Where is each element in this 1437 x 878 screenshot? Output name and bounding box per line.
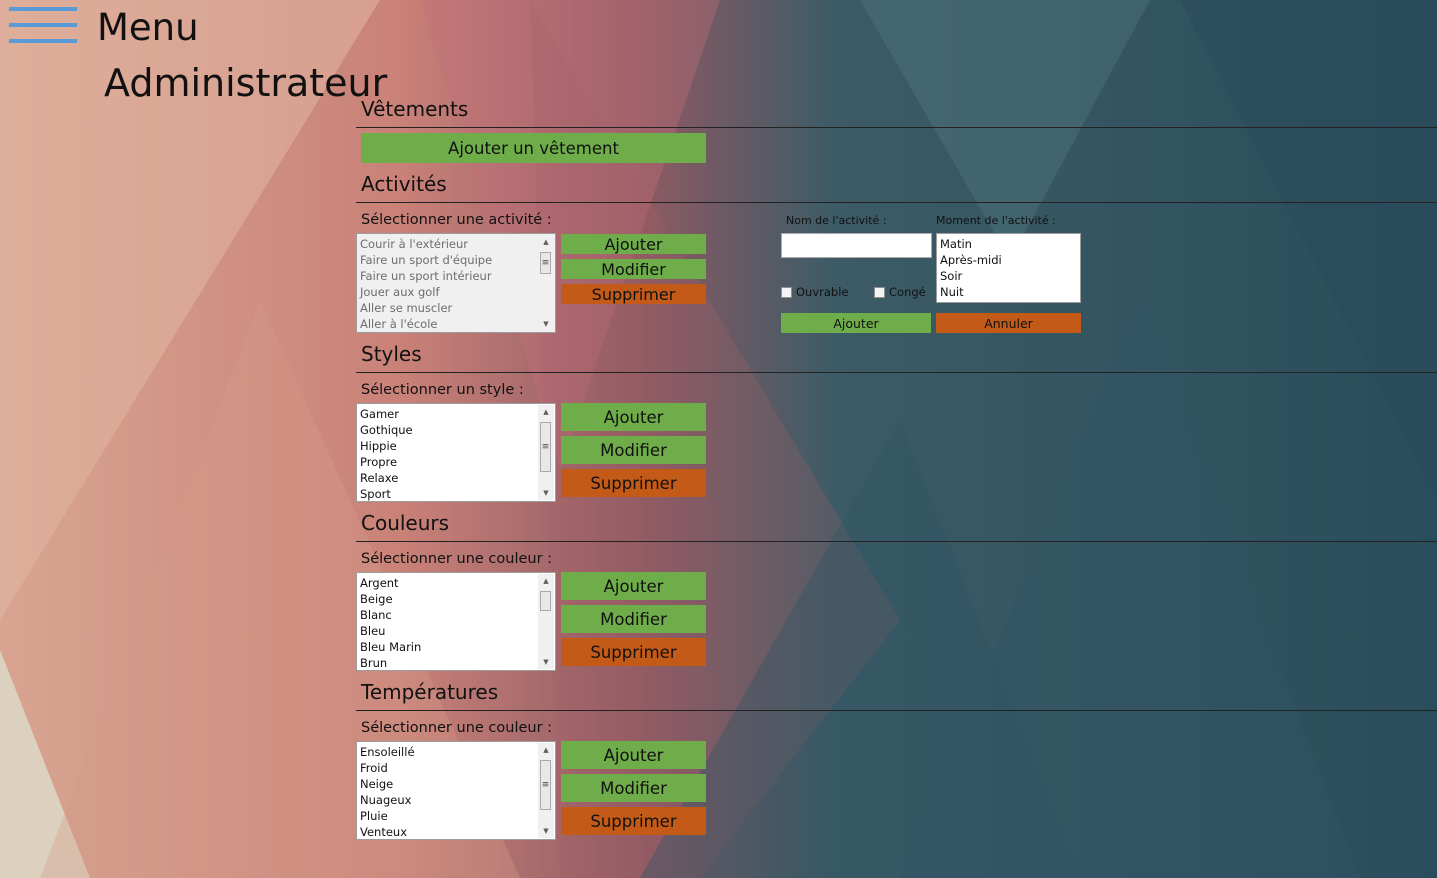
chevron-up-icon[interactable]: ▲ xyxy=(538,235,554,249)
chevron-down-icon[interactable]: ▼ xyxy=(538,655,554,669)
list-item[interactable]: Propre xyxy=(359,454,537,470)
add-activity-button[interactable]: Ajouter xyxy=(561,234,706,254)
grip-icon[interactable]: ≡ xyxy=(540,252,551,274)
grip-icon[interactable] xyxy=(540,591,551,611)
list-item[interactable]: Venteux xyxy=(359,824,537,839)
section-title-couleurs: Couleurs xyxy=(361,511,450,535)
list-item[interactable]: Argent xyxy=(359,575,537,591)
style-listbox[interactable]: Gamer Gothique Hippie Propre Relaxe Spor… xyxy=(356,403,556,502)
section-title-styles: Styles xyxy=(361,342,422,366)
section-divider xyxy=(356,372,1437,373)
section-title-temperatures: Températures xyxy=(361,680,499,704)
scrollbar[interactable]: ▲ ≡ ▼ xyxy=(538,743,554,838)
activity-moment-label: Moment de l'activité : xyxy=(936,214,1056,227)
list-item[interactable]: Nuageux xyxy=(359,792,537,808)
grip-icon[interactable]: ≡ xyxy=(540,760,551,810)
delete-color-button[interactable]: Supprimer xyxy=(561,638,706,666)
page-title: Administrateur xyxy=(104,61,388,105)
chevron-down-icon[interactable]: ▼ xyxy=(538,486,554,500)
conge-label: Congé xyxy=(889,285,926,299)
section-title-activites: Activités xyxy=(361,172,447,196)
section-title-vetements: Vêtements xyxy=(361,97,469,121)
add-style-button[interactable]: Ajouter xyxy=(561,403,706,431)
chevron-up-icon[interactable]: ▲ xyxy=(538,574,554,588)
chevron-up-icon[interactable]: ▲ xyxy=(538,405,554,419)
list-item[interactable]: Faire un sport d'équipe xyxy=(359,252,537,268)
list-item[interactable]: Sport xyxy=(359,486,537,501)
chevron-down-icon[interactable]: ▼ xyxy=(538,824,554,838)
list-item[interactable]: Ensoleillé xyxy=(359,744,537,760)
delete-style-button[interactable]: Supprimer xyxy=(561,469,706,497)
delete-activity-button[interactable]: Supprimer xyxy=(561,284,706,304)
chevron-up-icon[interactable]: ▲ xyxy=(538,743,554,757)
chevron-down-icon[interactable]: ▼ xyxy=(538,317,554,331)
color-listbox[interactable]: Argent Beige Blanc Bleu Bleu Marin Brun … xyxy=(356,572,556,671)
form-add-button[interactable]: Ajouter xyxy=(781,313,931,333)
style-select-label: Sélectionner un style : xyxy=(361,382,524,398)
edit-activity-button[interactable]: Modifier xyxy=(561,259,706,279)
list-item[interactable]: Nuit xyxy=(939,284,1078,300)
section-divider xyxy=(356,541,1437,542)
menu-title: Menu xyxy=(97,6,199,49)
activity-moment-listbox[interactable]: Matin Après-midi Soir Nuit xyxy=(936,233,1081,303)
checkbox-box[interactable] xyxy=(781,286,792,298)
scrollbar[interactable]: ▲ ≡ ▼ xyxy=(538,235,554,331)
temperature-select-label: Sélectionner une couleur : xyxy=(361,720,553,736)
edit-temperature-button[interactable]: Modifier xyxy=(561,774,706,802)
list-item[interactable]: Soir xyxy=(939,268,1078,284)
list-item[interactable]: Jouer aux golf xyxy=(359,284,537,300)
section-divider xyxy=(356,202,1437,203)
add-color-button[interactable]: Ajouter xyxy=(561,572,706,600)
edit-style-button[interactable]: Modifier xyxy=(561,436,706,464)
activity-name-input[interactable] xyxy=(781,233,932,258)
list-item[interactable]: Bleu xyxy=(359,623,537,639)
section-divider xyxy=(356,127,1437,128)
list-item[interactable]: Matin xyxy=(939,236,1078,252)
grip-icon[interactable]: ≡ xyxy=(540,422,551,472)
scrollbar[interactable]: ▲ ▼ xyxy=(538,574,554,669)
activity-listbox[interactable]: Courir à l'extérieur Faire un sport d'éq… xyxy=(356,233,556,333)
activity-name-label: Nom de l'activité : xyxy=(786,214,887,227)
list-item[interactable]: Brun xyxy=(359,655,537,670)
checkbox-box[interactable] xyxy=(874,286,885,298)
list-item[interactable]: Relaxe xyxy=(359,470,537,486)
add-vetement-button[interactable]: Ajouter un vêtement xyxy=(361,133,706,163)
scrollbar[interactable]: ▲ ≡ ▼ xyxy=(538,405,554,500)
color-select-label: Sélectionner une couleur : xyxy=(361,551,553,567)
hamburger-icon[interactable] xyxy=(9,7,77,43)
list-item[interactable]: Après-midi xyxy=(939,252,1078,268)
activity-select-label: Sélectionner une activité : xyxy=(361,212,552,228)
list-item[interactable]: Pluie xyxy=(359,808,537,824)
list-item[interactable]: Courir à l'extérieur xyxy=(359,236,537,252)
conge-checkbox[interactable]: Congé xyxy=(874,285,926,299)
delete-temperature-button[interactable]: Supprimer xyxy=(561,807,706,835)
temperature-listbox[interactable]: Ensoleillé Froid Neige Nuageux Pluie Ven… xyxy=(356,741,556,840)
edit-color-button[interactable]: Modifier xyxy=(561,605,706,633)
add-temperature-button[interactable]: Ajouter xyxy=(561,741,706,769)
list-item[interactable]: Hippie xyxy=(359,438,537,454)
list-item[interactable]: Froid xyxy=(359,760,537,776)
list-item[interactable]: Aller à l'école xyxy=(359,316,537,332)
ouvrable-label: Ouvrable xyxy=(796,285,849,299)
list-item[interactable]: Gamer xyxy=(359,406,537,422)
list-item[interactable]: Aller se muscler xyxy=(359,300,537,316)
ouvrable-checkbox[interactable]: Ouvrable xyxy=(781,285,849,299)
list-item[interactable]: Faire un sport intérieur xyxy=(359,268,537,284)
form-cancel-button[interactable]: Annuler xyxy=(936,313,1081,333)
list-item[interactable]: Beige xyxy=(359,591,537,607)
list-item[interactable]: Gothique xyxy=(359,422,537,438)
list-item[interactable]: Blanc xyxy=(359,607,537,623)
list-item[interactable]: Neige xyxy=(359,776,537,792)
list-item[interactable]: Bleu Marin xyxy=(359,639,537,655)
section-divider xyxy=(356,710,1437,711)
